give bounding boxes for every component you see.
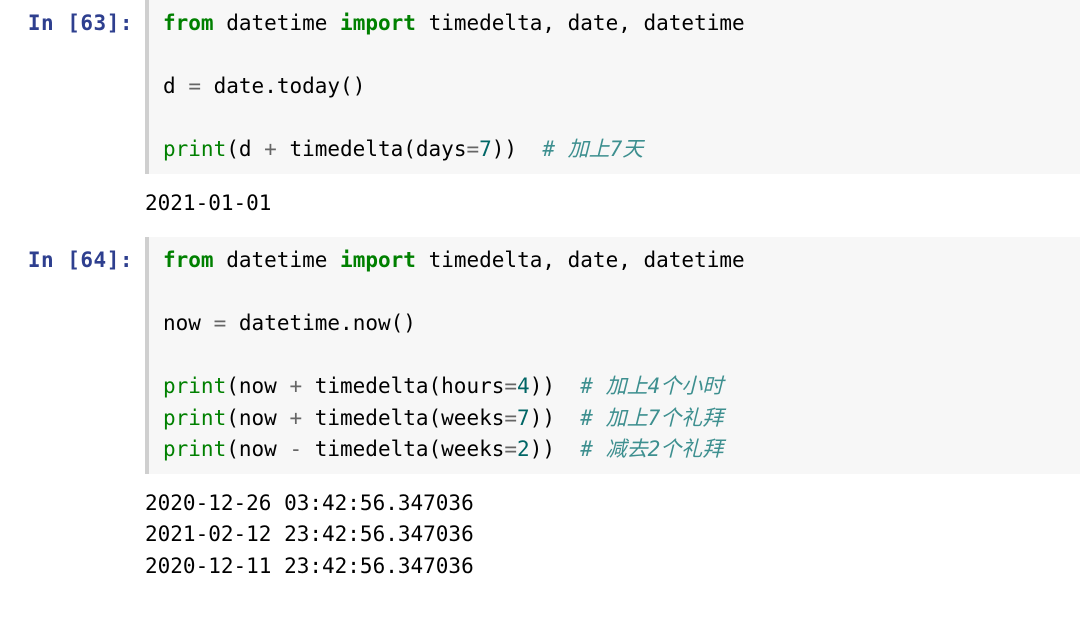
- code-input-area[interactable]: from datetime import timedelta, date, da…: [145, 237, 1080, 474]
- code-line: print(now - timedelta(weeks=2)) # 减去2个礼拜: [163, 434, 1070, 466]
- notebook: In [63]: from datetime import timedelta,…: [0, 0, 1080, 590]
- operator-plus: +: [289, 406, 302, 430]
- operator-eq: =: [214, 311, 227, 335]
- code-cell: In [64]: from datetime import timedelta,…: [0, 237, 1080, 474]
- paren-open: (d: [226, 137, 264, 161]
- output-area: 2020-12-26 03:42:56.347036 2021-02-12 23…: [145, 482, 474, 591]
- builtin-print: print: [163, 137, 226, 161]
- number-literal: 4: [517, 374, 530, 398]
- import-names: timedelta, date, datetime: [429, 248, 745, 272]
- code-line: now = datetime.now(): [163, 308, 1070, 340]
- paren-close: )): [530, 374, 581, 398]
- code-line-blank: [163, 103, 1070, 135]
- output-area: 2021-01-01: [145, 182, 271, 228]
- code-line: print(d + timedelta(days=7)) # 加上7天: [163, 134, 1070, 166]
- prompt-column-empty: [0, 182, 145, 228]
- operator-eq: =: [466, 137, 479, 161]
- prompt-column: In [64]:: [0, 237, 145, 474]
- number-literal: 2: [517, 437, 530, 461]
- code-line-blank: [163, 340, 1070, 372]
- paren-close: )): [530, 406, 581, 430]
- code-line: from datetime import timedelta, date, da…: [163, 245, 1070, 277]
- call-mid: timedelta(weeks: [302, 406, 504, 430]
- operator-plus: +: [289, 374, 302, 398]
- paren-open: (now: [226, 374, 289, 398]
- import-names: timedelta, date, datetime: [429, 11, 745, 35]
- operator-eq: =: [188, 74, 201, 98]
- operator-eq: =: [504, 437, 517, 461]
- input-prompt: In [63]:: [28, 11, 133, 35]
- number-literal: 7: [517, 406, 530, 430]
- operator-minus: -: [289, 437, 302, 461]
- keyword-from: from: [163, 248, 214, 272]
- paren-close: )): [530, 437, 581, 461]
- expression: date.today(): [214, 74, 366, 98]
- output-line: 2021-02-12 23:42:56.347036: [145, 519, 474, 551]
- variable: now: [163, 311, 201, 335]
- number-literal: 7: [479, 137, 492, 161]
- paren-close: )): [492, 137, 543, 161]
- keyword-from: from: [163, 11, 214, 35]
- code-input-area[interactable]: from datetime import timedelta, date, da…: [145, 0, 1080, 174]
- code-line-blank: [163, 40, 1070, 72]
- code-line: print(now + timedelta(weeks=7)) # 加上7个礼拜: [163, 403, 1070, 435]
- paren-open: (now: [226, 437, 289, 461]
- call-mid: timedelta(hours: [302, 374, 504, 398]
- call-mid: timedelta(weeks: [302, 437, 504, 461]
- code-line: from datetime import timedelta, date, da…: [163, 8, 1070, 40]
- output-line: 2020-12-11 23:42:56.347036: [145, 551, 474, 583]
- prompt-column-empty: [0, 482, 145, 591]
- paren-open: (now: [226, 406, 289, 430]
- prompt-column: In [63]:: [0, 0, 145, 174]
- builtin-print: print: [163, 437, 226, 461]
- module-name: datetime: [226, 248, 327, 272]
- operator-eq: =: [504, 406, 517, 430]
- comment: # 减去2个礼拜: [580, 437, 723, 461]
- output-line: 2020-12-26 03:42:56.347036: [145, 488, 474, 520]
- module-name: datetime: [226, 11, 327, 35]
- code-line: d = date.today(): [163, 71, 1070, 103]
- output-cell: 2020-12-26 03:42:56.347036 2021-02-12 23…: [0, 482, 1080, 591]
- variable: d: [163, 74, 176, 98]
- keyword-import: import: [340, 11, 416, 35]
- comment: # 加上7个礼拜: [580, 406, 723, 430]
- code-line: print(now + timedelta(hours=4)) # 加上4个小时: [163, 371, 1070, 403]
- expression: datetime.now(): [239, 311, 416, 335]
- call-mid: timedelta(days: [277, 137, 467, 161]
- comment: # 加上4个小时: [580, 374, 723, 398]
- output-line: 2021-01-01: [145, 188, 271, 220]
- code-cell: In [63]: from datetime import timedelta,…: [0, 0, 1080, 174]
- builtin-print: print: [163, 374, 226, 398]
- operator-plus: +: [264, 137, 277, 161]
- input-prompt: In [64]:: [28, 248, 133, 272]
- output-cell: 2021-01-01: [0, 182, 1080, 228]
- code-line-blank: [163, 277, 1070, 309]
- comment: # 加上7天: [542, 137, 643, 161]
- builtin-print: print: [163, 406, 226, 430]
- operator-eq: =: [504, 374, 517, 398]
- keyword-import: import: [340, 248, 416, 272]
